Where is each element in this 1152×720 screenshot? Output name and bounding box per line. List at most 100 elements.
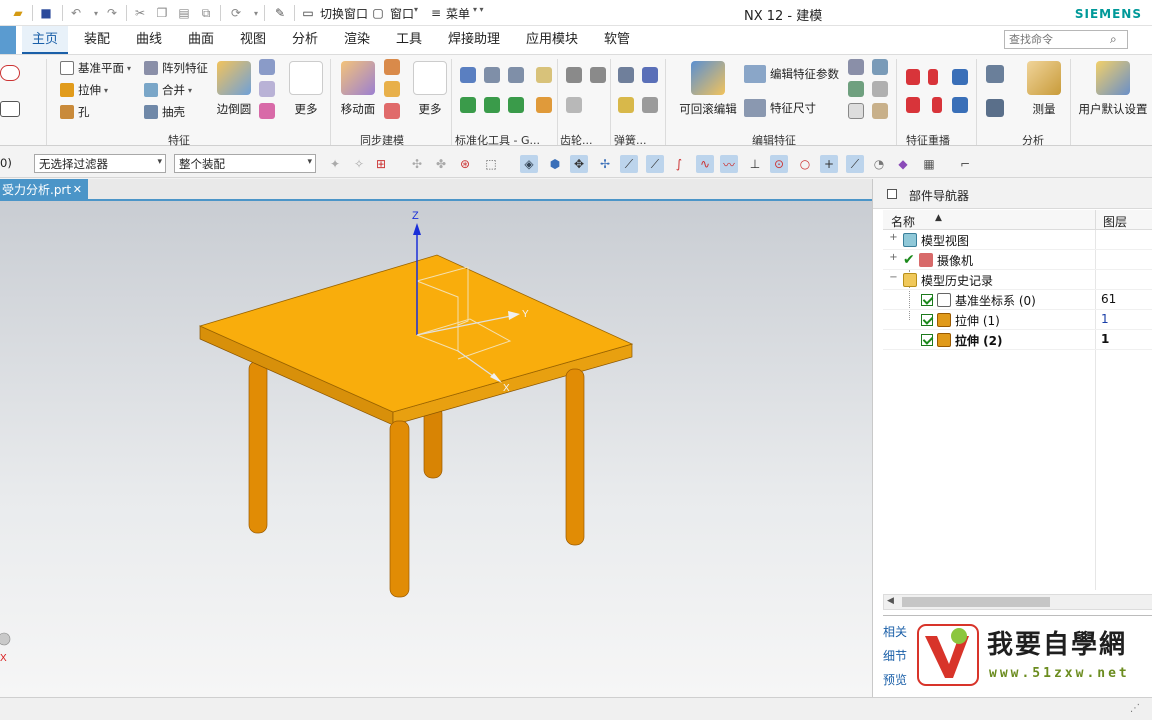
shell-button[interactable]: 抽壳 [144,103,185,121]
filter-icon[interactable]: ✧ [350,155,368,173]
snap-icon[interactable]: ✢ [596,155,614,173]
visibility-checkbox[interactable] [921,334,933,346]
tab-home[interactable]: 主页 [22,26,69,54]
rectangle-icon[interactable] [0,101,20,117]
filter-icon[interactable]: ✦ [326,155,344,173]
tab-view[interactable]: 视图 [230,26,276,54]
cut-icon[interactable]: ✂ [132,5,148,21]
filter-icon[interactable]: ✣ [408,155,426,173]
switch-window-button[interactable]: 切换窗口 [320,5,368,22]
spring-icon[interactable] [642,67,658,83]
snap-icon[interactable]: ⊞ [372,155,390,173]
sketch-icon[interactable] [0,65,20,81]
select-icon[interactable]: ⊛ [456,155,474,173]
tree-item-extrude-2[interactable]: 拉伸 (2) 1 [883,330,1152,350]
std-part-icon[interactable] [508,97,524,113]
feature-dimension-button[interactable]: 特征尺寸 [744,99,816,117]
sort-ascending-icon[interactable]: ▲ [935,213,942,223]
tab-weld-assistant[interactable]: 焊接助理 [438,26,510,54]
file-menu-button[interactable] [0,26,16,54]
hole-button[interactable]: 孔 [60,103,90,121]
tree-item-datum-csys[interactable]: 基准坐标系 (0) 61 [883,290,1152,310]
tree-item-cameras[interactable]: + ✔ 摄像机 [883,250,1152,270]
replay-icon[interactable] [952,97,968,113]
tab-tools[interactable]: 工具 [386,26,432,54]
menu-button[interactable]: 菜单 [446,5,470,22]
gear-icon[interactable] [590,67,606,83]
visibility-checkbox[interactable] [921,294,933,306]
edit-icon[interactable] [872,81,888,97]
std-part-icon[interactable] [460,97,476,113]
expand-icon[interactable]: + [889,253,898,263]
std-part-icon[interactable] [536,67,552,83]
tab-applications[interactable]: 应用模块 [516,26,588,54]
next-feature-icon[interactable] [932,97,942,113]
tab-routing[interactable]: 软管 [594,26,640,54]
tab-surface[interactable]: 曲面 [178,26,224,54]
pull-face-icon[interactable] [384,59,400,75]
selection-scope-select[interactable]: 整个装配 ▾ [174,154,316,173]
expand-icon[interactable]: + [889,233,898,243]
arc-center-icon[interactable]: ⊙ [770,155,788,173]
paste-icon[interactable]: ▤ [176,5,192,21]
datum-plane-button[interactable]: 基准平面 ▾ [60,59,131,77]
window-icon[interactable]: ▢ [370,5,386,21]
box-select-icon[interactable]: ⬚ [482,155,500,173]
touch-mode-icon[interactable]: ✎ [272,5,288,21]
feature-more-button[interactable]: 更多 [276,61,336,117]
column-name-header[interactable]: 名称 [891,213,915,230]
menu-dropdown-icon[interactable]: ▾ ▾ [473,5,484,14]
std-part-icon[interactable] [484,67,500,83]
redo-icon[interactable]: ↷ [104,5,120,21]
std-part-icon[interactable] [536,97,552,113]
search-icon[interactable]: ⌕ [1110,32,1117,47]
selection-scope-partial[interactable]: 0) [0,156,12,170]
perpendicular-icon[interactable]: ⊥ [746,155,764,173]
gear-icon[interactable] [566,67,582,83]
spring-icon[interactable] [618,67,634,83]
horizontal-scrollbar[interactable]: ◀ [883,594,1152,610]
analysis-icon[interactable] [986,65,1004,83]
copy-icon[interactable]: ❐ [154,5,170,21]
close-icon[interactable]: ✕ [73,179,82,201]
view-icon[interactable]: ◔ [870,155,888,173]
delete-face-icon[interactable] [384,103,400,119]
user-defaults-button[interactable]: 用户默认设置 [1076,61,1150,117]
view-icon[interactable]: ▦ [920,155,938,173]
curve-icon[interactable]: ∫ [670,155,688,173]
column-layer-header[interactable]: 图层 [1103,213,1127,230]
graphics-viewport[interactable]: Z Y X X [0,201,872,697]
offset-region-icon[interactable] [384,81,400,97]
tree-item-model-views[interactable]: + 模型视图 [883,230,1152,250]
window-dropdown-icon[interactable]: ▾ [414,5,418,14]
edit-icon[interactable] [848,81,864,97]
last-feature-icon[interactable] [906,97,920,113]
line-icon[interactable]: ⟋ [846,155,864,173]
repeat-dropdown-icon[interactable]: ▾ [248,5,264,21]
menu-icon[interactable]: ≡ [428,5,444,21]
rollback-edit-button[interactable]: 可回滚编辑 [676,61,740,117]
snap-point-icon[interactable]: ✥ [570,155,588,173]
first-feature-icon[interactable] [906,69,920,85]
window-menu-button[interactable]: 窗口 [390,5,414,22]
analysis-icon[interactable] [986,99,1004,117]
dependencies-panel-tab[interactable]: 相关 [883,623,913,645]
tab-analysis[interactable]: 分析 [282,26,328,54]
document-tab[interactable]: 受力分析.prt ✕ [0,179,88,201]
tree-item-extrude-1[interactable]: 拉伸 (1) 1 [883,310,1152,330]
preview-panel-tab[interactable]: 预览 [883,671,913,693]
edge-blend-button[interactable]: 边倒圆 [204,61,264,117]
scrollbar-thumb[interactable] [902,597,1050,607]
resize-grip-icon[interactable]: ⋰ [1130,703,1140,714]
replay-icon[interactable] [952,69,968,85]
undo-dropdown-icon[interactable]: ▾ [88,5,104,21]
snap-face-icon[interactable]: ◈ [520,155,538,173]
edit-icon[interactable] [872,59,888,75]
tab-curve[interactable]: 曲线 [126,26,172,54]
tree-item-model-history[interactable]: − 模型历史记录 [883,270,1152,290]
extrude-button[interactable]: 拉伸 ▾ [60,81,108,99]
draft-icon[interactable] [259,81,275,97]
view-icon[interactable]: ◆ [894,155,912,173]
collapse-icon[interactable]: − [889,273,898,283]
spring-icon[interactable] [618,97,634,113]
